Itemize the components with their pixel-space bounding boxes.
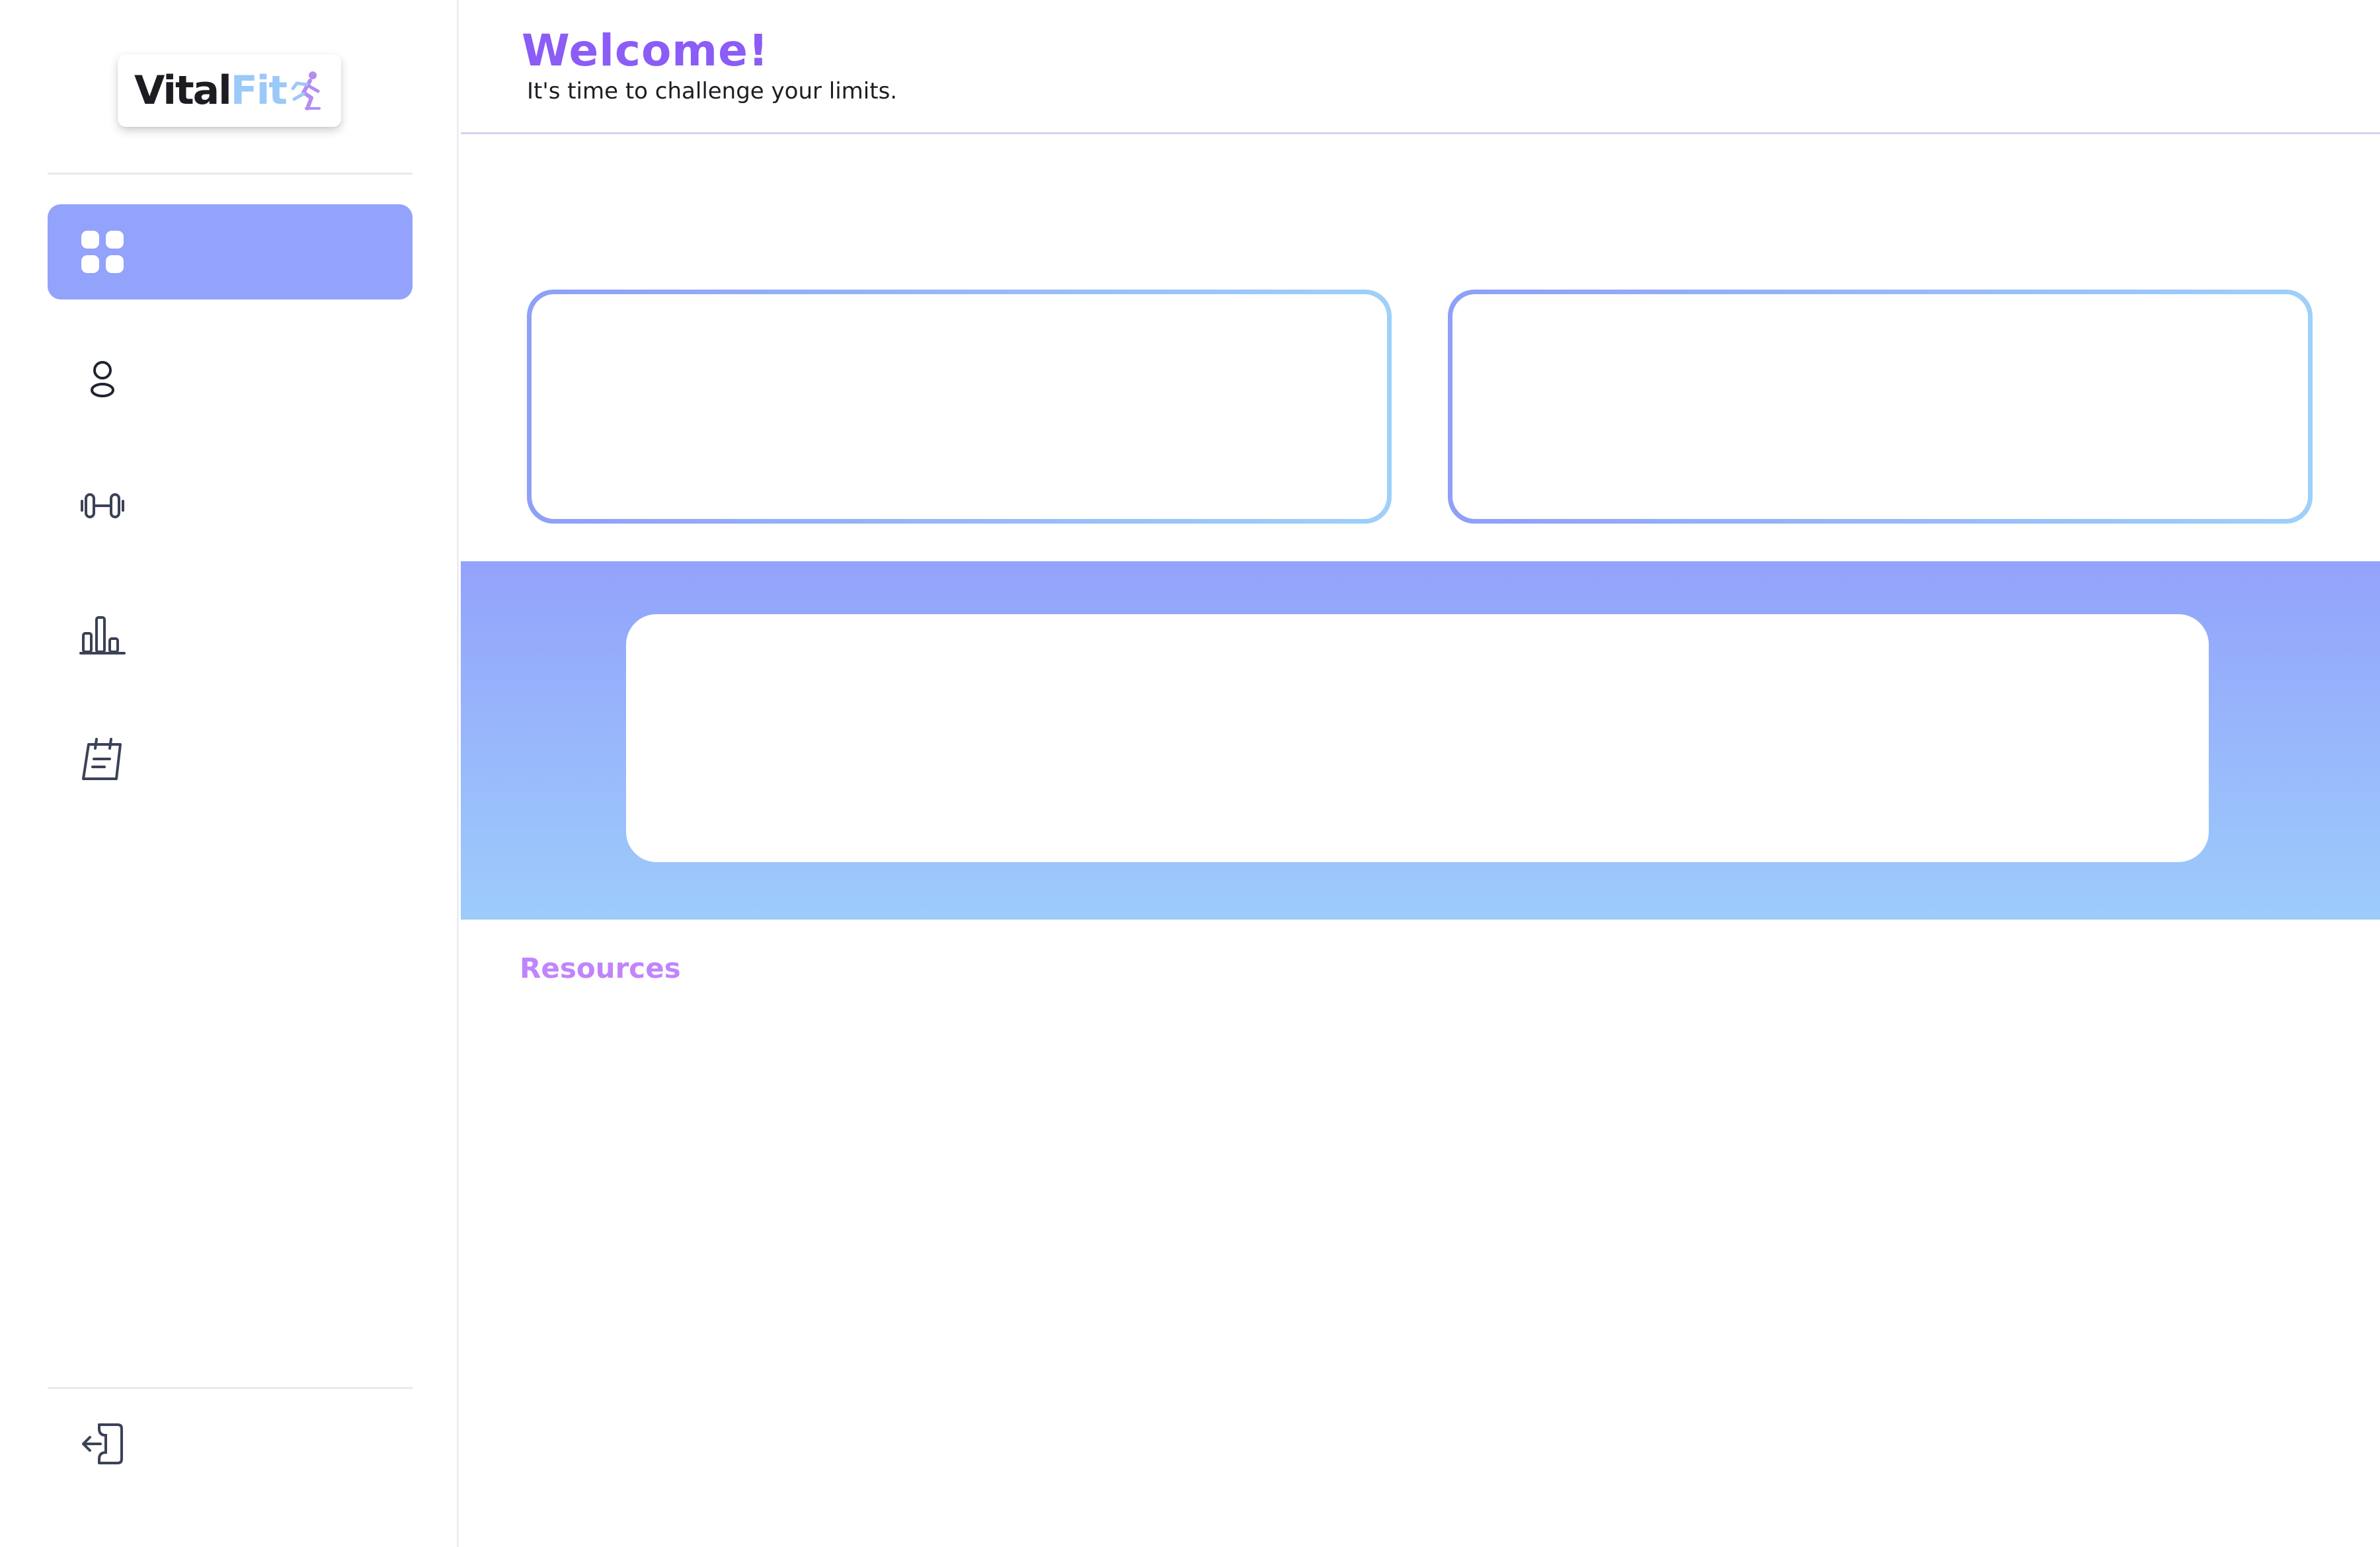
sidebar-item-profile[interactable] [48, 331, 413, 426]
sidebar-item-statistics[interactable] [48, 585, 413, 680]
bar-chart-icon [79, 616, 126, 654]
dumbbell-icon [81, 493, 124, 518]
sidebar-item-schedule[interactable] [48, 712, 413, 807]
summary-card-left [527, 290, 1392, 524]
sidebar-item-workouts[interactable] [48, 458, 413, 553]
logout-icon [82, 1423, 123, 1464]
calendar-notes-icon [82, 738, 122, 780]
resources-heading: Resources [520, 952, 681, 984]
logo-text-fit: Fit [230, 67, 288, 114]
brand-logo[interactable]: Vital Fit [118, 54, 341, 127]
sidebar-divider-top [48, 173, 413, 175]
sidebar-divider-bottom [48, 1387, 413, 1389]
logout-button[interactable] [48, 1396, 413, 1491]
sidebar: Vital Fit [0, 0, 459, 1547]
page-title: Welcome! [522, 25, 769, 76]
featured-banner [461, 561, 2380, 920]
summary-card-right [1448, 290, 2313, 524]
dashboard-grid-icon [81, 231, 124, 273]
sidebar-item-dashboard[interactable] [48, 204, 413, 299]
page-header: Welcome! It's time to challenge your lim… [461, 0, 2380, 134]
user-profile-icon [91, 361, 114, 397]
page-subtitle: It's time to challenge your limits. [527, 78, 898, 104]
banner-card [626, 614, 2209, 862]
logo-text-vital: Vital [134, 67, 232, 114]
runner-icon [291, 71, 321, 110]
